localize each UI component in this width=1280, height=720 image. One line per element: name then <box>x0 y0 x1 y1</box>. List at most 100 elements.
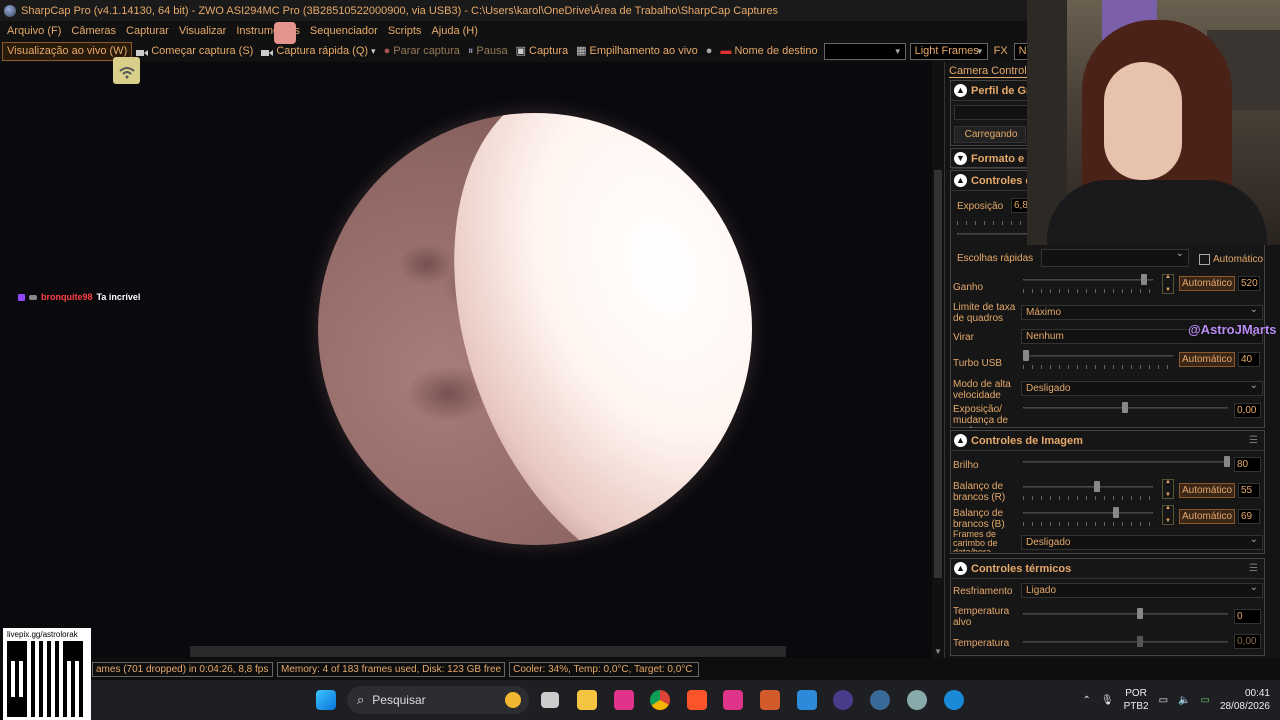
wb-red-stepper[interactable] <box>1162 479 1174 499</box>
loading-button[interactable]: Carregando <box>954 126 1026 143</box>
frame-rate-label: Limite de taxa de quadros <box>953 302 1016 324</box>
wb-red-auto-button[interactable]: Automático <box>1179 483 1235 498</box>
live-preview[interactable]: bronquite98 Ta incrível <box>0 62 944 658</box>
pause-icon: ⏸ <box>467 45 474 57</box>
taskbar-search[interactable]: ⌕ Pesquisar <box>347 686 529 714</box>
menu-view[interactable]: Visualizar <box>174 21 232 41</box>
timestamp-label: Frames de carimbo de data/hora <box>953 530 998 552</box>
wb-blue-thumb[interactable] <box>1113 507 1119 518</box>
target-temp-value[interactable]: 0 <box>1234 609 1261 624</box>
exposure-change-label: Exposição/ mudança de ganho <box>953 404 1009 428</box>
app-orbit-icon[interactable] <box>870 690 890 710</box>
cooling-select[interactable]: Ligado <box>1021 581 1263 598</box>
chevron-up-icon[interactable]: ⌃ <box>1082 695 1090 706</box>
chat-message: bronquite98 Ta incrível <box>18 292 140 302</box>
timestamp-select[interactable]: Desligado <box>1021 533 1263 550</box>
stop-capture-button[interactable]: ● Parar captura <box>380 43 464 60</box>
volume-icon[interactable]: 🔈 <box>1178 695 1190 706</box>
app-blue-icon[interactable] <box>944 690 964 710</box>
chevron-up-icon: ▲ <box>954 562 967 575</box>
menu-icon[interactable]: ☰ <box>1249 563 1258 574</box>
chevron-down-icon[interactable]: ▾ <box>371 43 376 60</box>
pause-button[interactable]: ⏸ Pausa <box>464 43 512 60</box>
wb-red-thumb[interactable] <box>1094 481 1100 492</box>
menu-cameras[interactable]: Câmeras <box>66 21 121 41</box>
usb-turbo-slider[interactable] <box>1023 355 1173 357</box>
live-stack-button[interactable]: ▦ Empilhamento ao vivo <box>572 43 702 60</box>
microphone-icon[interactable]: 🎙 <box>1101 695 1114 706</box>
quick-choices-select[interactable] <box>1041 247 1189 267</box>
stop-icon: ● <box>383 45 391 57</box>
battery-icon[interactable]: ▭ <box>1200 695 1209 706</box>
exposure-slider[interactable] <box>957 233 1037 235</box>
wb-blue-slider[interactable] <box>1023 512 1153 514</box>
wb-red-slider[interactable] <box>1023 486 1153 488</box>
gain-slider-thumb[interactable] <box>1141 274 1147 285</box>
photos-icon[interactable] <box>797 690 817 710</box>
target-temp-label: Temperatura alvo <box>953 606 1010 628</box>
brave-icon[interactable] <box>687 690 707 710</box>
start-capture-button[interactable]: Começar captura (S) <box>132 43 257 60</box>
exposure-change-value[interactable]: 0,00 <box>1234 403 1261 418</box>
windows-start-icon[interactable] <box>316 690 336 710</box>
fx-label: FX <box>993 45 1008 57</box>
gain-value[interactable]: 520 <box>1238 276 1260 291</box>
thermal-section: ▲ Controles térmicos ☰ Resfriamento Ligado… <box>950 558 1265 656</box>
menu-scripts[interactable]: Scripts <box>383 21 427 41</box>
wb-red-value[interactable]: 55 <box>1238 483 1260 498</box>
menu-sequencer[interactable]: Sequenciador <box>305 21 383 41</box>
usb-turbo-auto-button[interactable]: Automático <box>1179 352 1235 367</box>
wb-blue-value[interactable]: 69 <box>1238 509 1260 524</box>
stellarium-icon[interactable] <box>833 690 853 710</box>
cooling-label: Resfriamento <box>953 586 1013 597</box>
image-controls-title: Controles de Imagem <box>971 434 1083 447</box>
snapshot-button[interactable]: ▣ Captura <box>512 43 573 60</box>
gain-label: Ganho <box>953 282 984 293</box>
clock[interactable]: 00:41 28/08/2026 <box>1220 687 1270 713</box>
brightness-value[interactable]: 80 <box>1234 457 1261 472</box>
app-pink-icon[interactable] <box>614 690 634 710</box>
circle-icon: ● <box>705 45 713 57</box>
gain-stepper[interactable] <box>1162 274 1174 294</box>
wb-blue-stepper[interactable] <box>1162 505 1174 525</box>
thermal-header[interactable]: ▲ Controles térmicos ☰ <box>951 559 1264 579</box>
file-explorer-icon[interactable] <box>577 690 597 710</box>
horizontal-scrollbar[interactable] <box>190 646 786 657</box>
tab-camera-controls[interactable]: Camera Controls <box>949 65 1033 78</box>
vertical-scrollbar[interactable]: ▼ <box>932 62 944 658</box>
image-controls-header[interactable]: ▲ Controles de Imagem ☰ <box>951 431 1264 451</box>
menu-file[interactable]: Arquivo (F) <box>2 21 66 41</box>
brightness-slider[interactable] <box>1023 461 1228 463</box>
person-face <box>1104 62 1182 180</box>
frame-type-select[interactable]: Light Frames ▼ <box>909 43 988 60</box>
office-icon[interactable] <box>760 690 780 710</box>
quick-capture-label: Captura rápida (Q) <box>276 45 369 57</box>
gain-slider[interactable] <box>1023 279 1153 281</box>
usb-turbo-thumb[interactable] <box>1023 350 1029 361</box>
menu-icon[interactable]: ☰ <box>1249 435 1258 446</box>
gain-auto-button[interactable]: Automático <box>1179 276 1235 291</box>
chrome-icon[interactable] <box>650 690 670 710</box>
target-name-select[interactable]: ▼ <box>823 43 906 60</box>
sharpcap-taskbar-icon[interactable] <box>907 690 927 710</box>
exposure-ticks <box>957 221 1037 225</box>
menu-help[interactable]: Ajuda (H) <box>426 21 482 41</box>
quick-capture-button[interactable]: Captura rápida (Q) ▾ <box>257 43 379 60</box>
scroll-thumb[interactable] <box>934 170 942 578</box>
live-stack-label: Empilhamento ao vivo <box>589 45 698 57</box>
usb-turbo-value[interactable]: 40 <box>1238 352 1260 367</box>
exposure-change-thumb[interactable] <box>1122 402 1128 413</box>
auto-checkbox[interactable] <box>1199 254 1210 265</box>
network-icon[interactable]: ▭ <box>1159 695 1168 706</box>
app-pink2-icon[interactable] <box>723 690 743 710</box>
frame-rate-select[interactable]: Máximo <box>1021 303 1263 320</box>
brightness-thumb[interactable] <box>1224 456 1230 467</box>
menu-capture[interactable]: Capturar <box>121 21 174 41</box>
task-view-icon[interactable] <box>541 692 559 708</box>
language-indicator[interactable]: POR PTB2 <box>1124 687 1149 713</box>
wb-blue-auto-button[interactable]: Automático <box>1179 509 1235 524</box>
chevron-down-icon[interactable]: ▼ <box>934 647 942 656</box>
high-speed-select[interactable]: Desligado <box>1021 379 1263 396</box>
target-temp-thumb[interactable] <box>1137 608 1143 619</box>
target-temp-slider[interactable] <box>1023 613 1228 615</box>
